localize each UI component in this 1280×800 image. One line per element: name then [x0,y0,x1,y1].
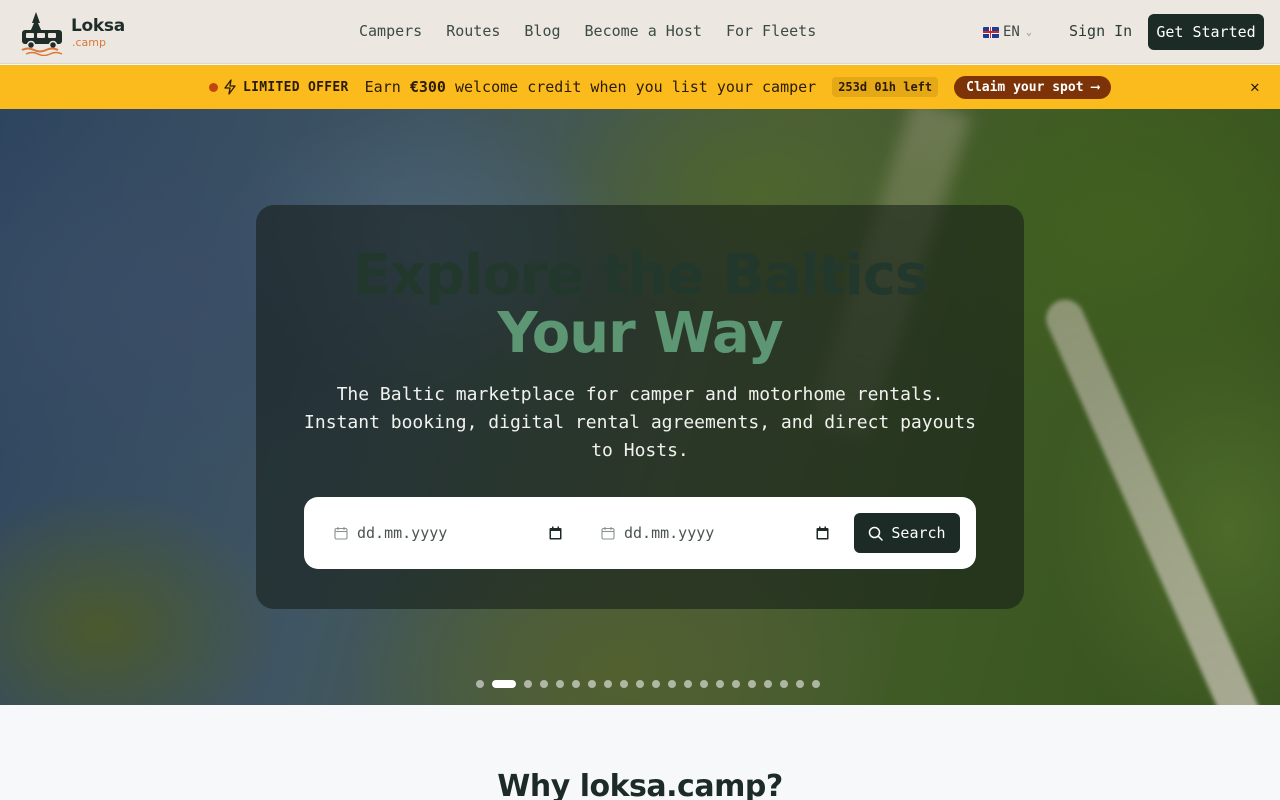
hero-section: Explore the Baltics Your Way The Baltic … [0,109,1280,705]
carousel-dot[interactable] [716,680,724,688]
carousel-dot[interactable] [492,680,516,688]
carousel-dot[interactable] [748,680,756,688]
hero-card: Explore the Baltics Your Way The Baltic … [256,205,1024,609]
carousel-dot[interactable] [700,680,708,688]
brand-name: Loksa [71,16,125,36]
why-section: Why loksa.camp? [0,705,1280,800]
carousel-dot[interactable] [732,680,740,688]
search-button-label: Search [891,524,946,542]
close-icon[interactable]: ✕ [1250,79,1260,95]
logo[interactable]: Loksa .camp [20,10,125,56]
offer-text: Earn €300 welcome credit when you list y… [364,78,817,96]
carousel-dot[interactable] [796,680,804,688]
search-bar: dd.mm.yyyy dd.mm.yyyy Search [304,497,976,569]
nav-campers[interactable]: Campers [359,22,422,40]
why-title: Why loksa.camp? [497,769,783,800]
end-date-placeholder: dd.mm.yyyy [624,524,715,542]
search-icon [869,526,884,541]
offer-banner: LIMITED OFFER Earn €300 welcome credit w… [0,65,1280,109]
brand-domain: .camp [72,36,106,49]
carousel-dot[interactable] [668,680,676,688]
hero-title-line1: Explore the Baltics [352,243,929,308]
carousel-dot[interactable] [604,680,612,688]
carousel-dot[interactable] [636,680,644,688]
carousel-dot[interactable] [572,680,580,688]
date-picker-icon[interactable] [549,526,562,540]
start-date-input[interactable]: dd.mm.yyyy [334,517,562,549]
claim-spot-button[interactable]: Claim your spot ⟶ [954,75,1112,99]
carousel-dot[interactable] [764,680,772,688]
calendar-icon [334,527,348,540]
main-nav: Campers Routes Blog Become a Host For Fl… [359,22,816,40]
carousel-dot[interactable] [524,680,532,688]
nav-blog[interactable]: Blog [524,22,560,40]
carousel-dot[interactable] [652,680,660,688]
carousel-dot[interactable] [684,680,692,688]
sign-in-link[interactable]: Sign In [1069,22,1132,40]
offer-countdown: 253d 01h left [832,77,939,97]
language-code: EN [1003,24,1020,40]
end-date-input[interactable]: dd.mm.yyyy [601,517,829,549]
search-button[interactable]: Search [854,513,960,553]
language-selector[interactable]: EN ⌄ [983,24,1032,40]
nav-routes[interactable]: Routes [446,22,500,40]
carousel-dot[interactable] [780,680,788,688]
carousel-dots [476,680,820,688]
get-started-button[interactable]: Get Started [1148,14,1264,50]
uk-flag-icon [983,26,999,38]
nav-become-a-host[interactable]: Become a Host [585,22,702,40]
chevron-down-icon: ⌄ [1025,26,1032,38]
hero-title-line2: Your Way [497,301,783,366]
carousel-dot[interactable] [588,680,596,688]
hero-subtitle: The Baltic marketplace for camper and mo… [304,384,976,461]
hero-background-road [1040,293,1280,705]
carousel-dot[interactable] [476,680,484,688]
site-header: Loksa .camp Campers Routes Blog Become a… [0,0,1280,64]
camper-logo-icon [21,12,63,56]
offer-tag: LIMITED OFFER [243,79,349,95]
start-date-placeholder: dd.mm.yyyy [357,524,448,542]
carousel-dot[interactable] [540,680,548,688]
carousel-dot[interactable] [620,680,628,688]
live-dot-icon [209,82,218,92]
calendar-icon [601,527,615,540]
offer-amount: €300 [409,78,446,96]
lightning-icon [224,79,236,95]
carousel-dot[interactable] [556,680,564,688]
date-picker-icon[interactable] [816,526,829,540]
nav-for-fleets[interactable]: For Fleets [726,22,816,40]
carousel-dot[interactable] [812,680,820,688]
